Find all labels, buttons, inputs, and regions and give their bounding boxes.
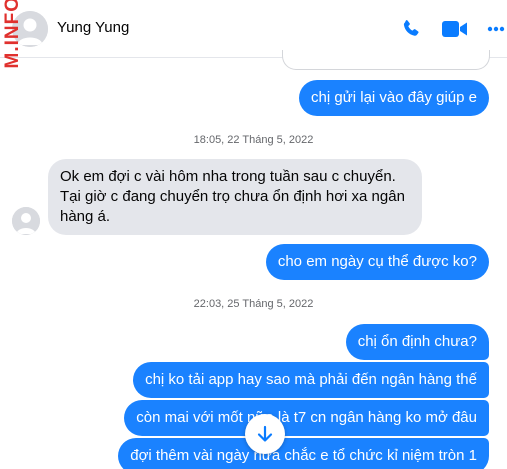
default-avatar-icon bbox=[12, 207, 40, 235]
message-outgoing[interactable]: chị ko tải app hay sao mà phải đến ngân … bbox=[133, 362, 489, 398]
phone-icon[interactable] bbox=[398, 16, 424, 42]
message-incoming[interactable]: Ok em đợi c vài hôm nha trong tuần sau c… bbox=[48, 159, 422, 235]
message-line: Ok em đợi c vài hôm nha trong tuần sau c… bbox=[60, 168, 396, 185]
contact-avatar-small[interactable] bbox=[12, 207, 40, 235]
scroll-to-bottom-button[interactable] bbox=[245, 414, 285, 454]
message-outgoing[interactable]: chị ổn định chưa? bbox=[345, 324, 489, 360]
arrow-down-icon bbox=[257, 425, 273, 442]
message-outgoing[interactable]: còn mai với mốt nữa là t7 cn ngân hàng k… bbox=[124, 400, 489, 436]
message-outgoing[interactable]: chị gửi lại vào đây giúp e bbox=[299, 80, 489, 116]
video-icon[interactable] bbox=[440, 16, 470, 42]
contact-name[interactable]: Yung Yung bbox=[57, 19, 129, 36]
message-outgoing[interactable]: cho em ngày cụ thể được ko? bbox=[265, 244, 489, 280]
message-line: Tại giờ c đang chuyển trọ chưa ổn định h… bbox=[60, 188, 405, 205]
message-timestamp: 22:03, 25 Tháng 5, 2022 bbox=[193, 298, 314, 310]
message-outgoing[interactable]: đợi thêm vài ngày nữa chắc e tổ chức kỉ … bbox=[118, 438, 489, 469]
more-icon[interactable] bbox=[486, 16, 506, 42]
message-timestamp: 18:05, 22 Tháng 5, 2022 bbox=[193, 134, 314, 146]
previous-message-stub bbox=[282, 50, 490, 70]
watermark-text: M.INFO bbox=[2, 0, 23, 69]
message-line: hàng á. bbox=[60, 208, 111, 225]
